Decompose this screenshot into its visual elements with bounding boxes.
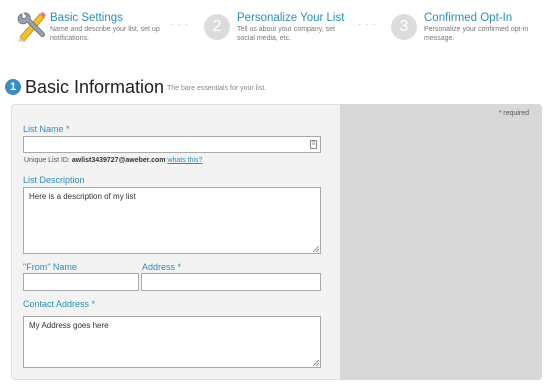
page-title: Basic Information bbox=[25, 77, 165, 97]
from-name-label: "From" Name bbox=[23, 262, 77, 272]
contact-address-textarea[interactable]: My Address goes here bbox=[23, 316, 321, 368]
step-basic-settings[interactable]: Basic Settings Name and describe your li… bbox=[14, 8, 174, 48]
section-number-badge: 1 bbox=[5, 79, 21, 95]
step-title: Confirmed Opt-In bbox=[424, 12, 513, 24]
step-confirmed-optin[interactable]: 3 Confirmed Opt-In Personalize your conf… bbox=[391, 8, 546, 48]
list-description-textarea[interactable]: Here is a description of my list bbox=[23, 187, 321, 254]
from-name-input[interactable] bbox=[23, 273, 139, 291]
step-personalize[interactable]: 2 Personalize Your List Tell us about yo… bbox=[204, 8, 364, 48]
whats-this-link[interactable]: whats this? bbox=[167, 157, 202, 164]
basic-info-form: List Name * ≡ Unique List ID: awlist3439… bbox=[11, 104, 341, 380]
page-subtitle: The bare essentials for your list. bbox=[167, 85, 267, 92]
contact-address-label: Contact Address * bbox=[23, 299, 96, 309]
tools-icon bbox=[16, 10, 46, 42]
address-input[interactable] bbox=[141, 273, 321, 291]
section-header: 1 Basic Information The bare essentials … bbox=[5, 76, 545, 98]
step-separator: ··· bbox=[358, 19, 380, 30]
required-note: * required bbox=[498, 110, 529, 117]
resize-grip-icon[interactable] bbox=[313, 246, 319, 252]
step-separator: ··· bbox=[170, 19, 192, 30]
step-desc: Name and describe your list, set up noti… bbox=[50, 26, 160, 42]
list-name-input[interactable]: ≡ bbox=[23, 136, 321, 153]
step-title: Basic Settings bbox=[50, 12, 123, 24]
step-number: 3 bbox=[391, 14, 417, 40]
unique-id-label: Unique List ID: bbox=[24, 157, 70, 164]
field-menu-icon[interactable]: ≡ bbox=[310, 140, 317, 149]
contact-address-value: My Address goes here bbox=[29, 321, 109, 330]
step-desc: Tell us about your company, set social m… bbox=[237, 26, 335, 42]
address-label: Address * bbox=[142, 262, 182, 272]
step-number: 2 bbox=[204, 14, 230, 40]
unique-list-id: Unique List ID: awlist3439727@aweber.com… bbox=[24, 157, 202, 164]
unique-id-value: awlist3439727@aweber.com bbox=[71, 157, 166, 164]
list-description-value: Here is a description of my list bbox=[29, 192, 136, 201]
list-description-label: List Description bbox=[23, 175, 85, 185]
side-panel: * required bbox=[340, 104, 542, 380]
resize-grip-icon[interactable] bbox=[313, 360, 319, 366]
step-title: Personalize Your List bbox=[237, 12, 345, 24]
list-name-label: List Name * bbox=[23, 124, 70, 134]
wizard-steps: Basic Settings Name and describe your li… bbox=[0, 0, 550, 60]
step-desc: Personalize your confirmed opt-in messag… bbox=[424, 26, 529, 42]
